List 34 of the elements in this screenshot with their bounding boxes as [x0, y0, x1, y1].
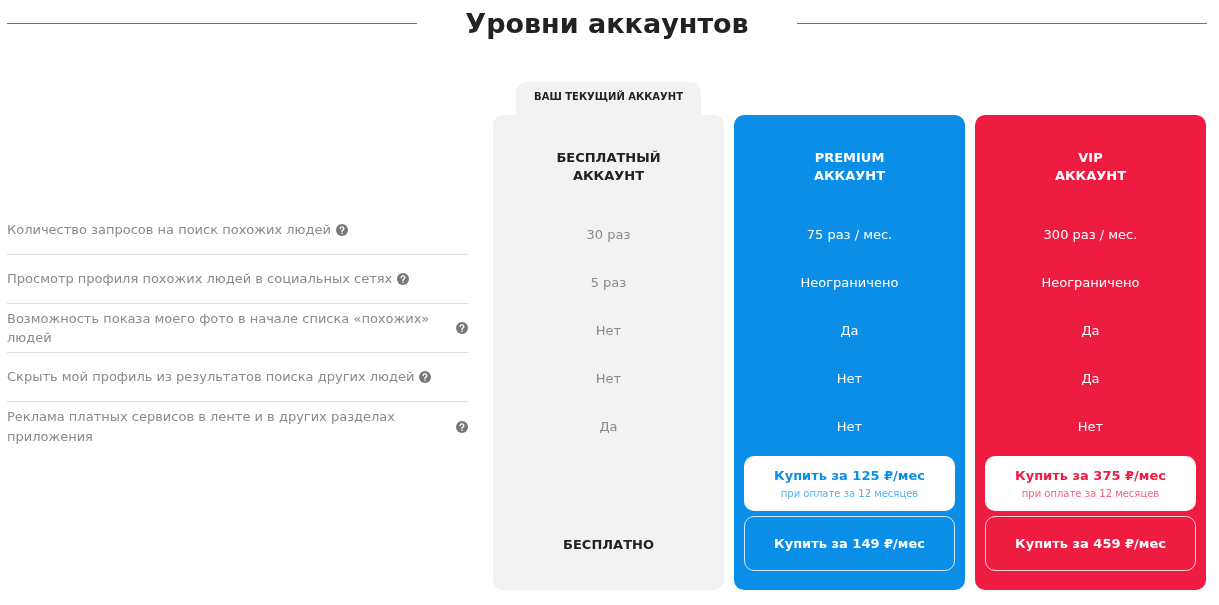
feature-label: Скрыть мой профиль из результатов поиска других людей — [7, 368, 415, 387]
help-icon[interactable] — [397, 273, 410, 285]
buy-button[interactable]: Купить за 375 ₽/мес при оплате за 12 месяцев — [985, 456, 1196, 511]
plan-value: Да — [1081, 322, 1100, 341]
help-icon[interactable] — [419, 371, 432, 383]
help-icon[interactable] — [456, 420, 468, 433]
plan-value: 300 раз / мес. — [1043, 226, 1138, 245]
plan-value: 5 раз — [590, 274, 627, 293]
plan-value: Да — [1081, 370, 1100, 389]
plan-value: Да — [840, 322, 859, 341]
feature-label: Реклама платных сервисов в ленте и в других разделах приложения — [7, 408, 396, 446]
plan-value: Нет — [836, 418, 863, 437]
plan-value: Неограничено — [1041, 274, 1140, 293]
plan-value: Нет — [836, 370, 863, 389]
feature-label: Просмотр профиля похожих людей в социальных сетях — [7, 270, 393, 289]
price-label: БЕСПЛАТНО — [562, 536, 655, 554]
plan-value: Да — [599, 418, 618, 437]
page-title: Уровни аккаунтов — [464, 9, 750, 37]
plan-value: Нет — [595, 322, 622, 341]
feature-label: Возможность показа моего фото в начале списка «похожих» людей — [7, 309, 431, 347]
plan-value: 75 раз / мес. — [806, 226, 893, 245]
plan-name: БЕСПЛАТНЫЙ АККАУНТ — [555, 149, 662, 185]
help-icon[interactable] — [336, 224, 348, 236]
plan-value: 30 раз — [586, 226, 631, 245]
buy-button[interactable]: Купить за 149 ₽/мес — [744, 516, 955, 571]
help-icon[interactable] — [456, 322, 468, 334]
plan-value: Нет — [1077, 418, 1104, 437]
plan-value: Нет — [595, 370, 622, 389]
feature-label: Количество запросов на поиск похожих людей — [7, 221, 331, 240]
buy-button[interactable]: Купить за 459 ₽/мес — [985, 516, 1196, 571]
plan-name: VIP АККАУНТ — [1053, 149, 1128, 185]
buy-button[interactable]: Купить за 125 ₽/мес при оплате за 12 месяцев — [744, 456, 955, 511]
plan-value: Неограничено — [800, 274, 899, 293]
plan-name: PREMIUM АККАУНТ — [812, 149, 887, 185]
